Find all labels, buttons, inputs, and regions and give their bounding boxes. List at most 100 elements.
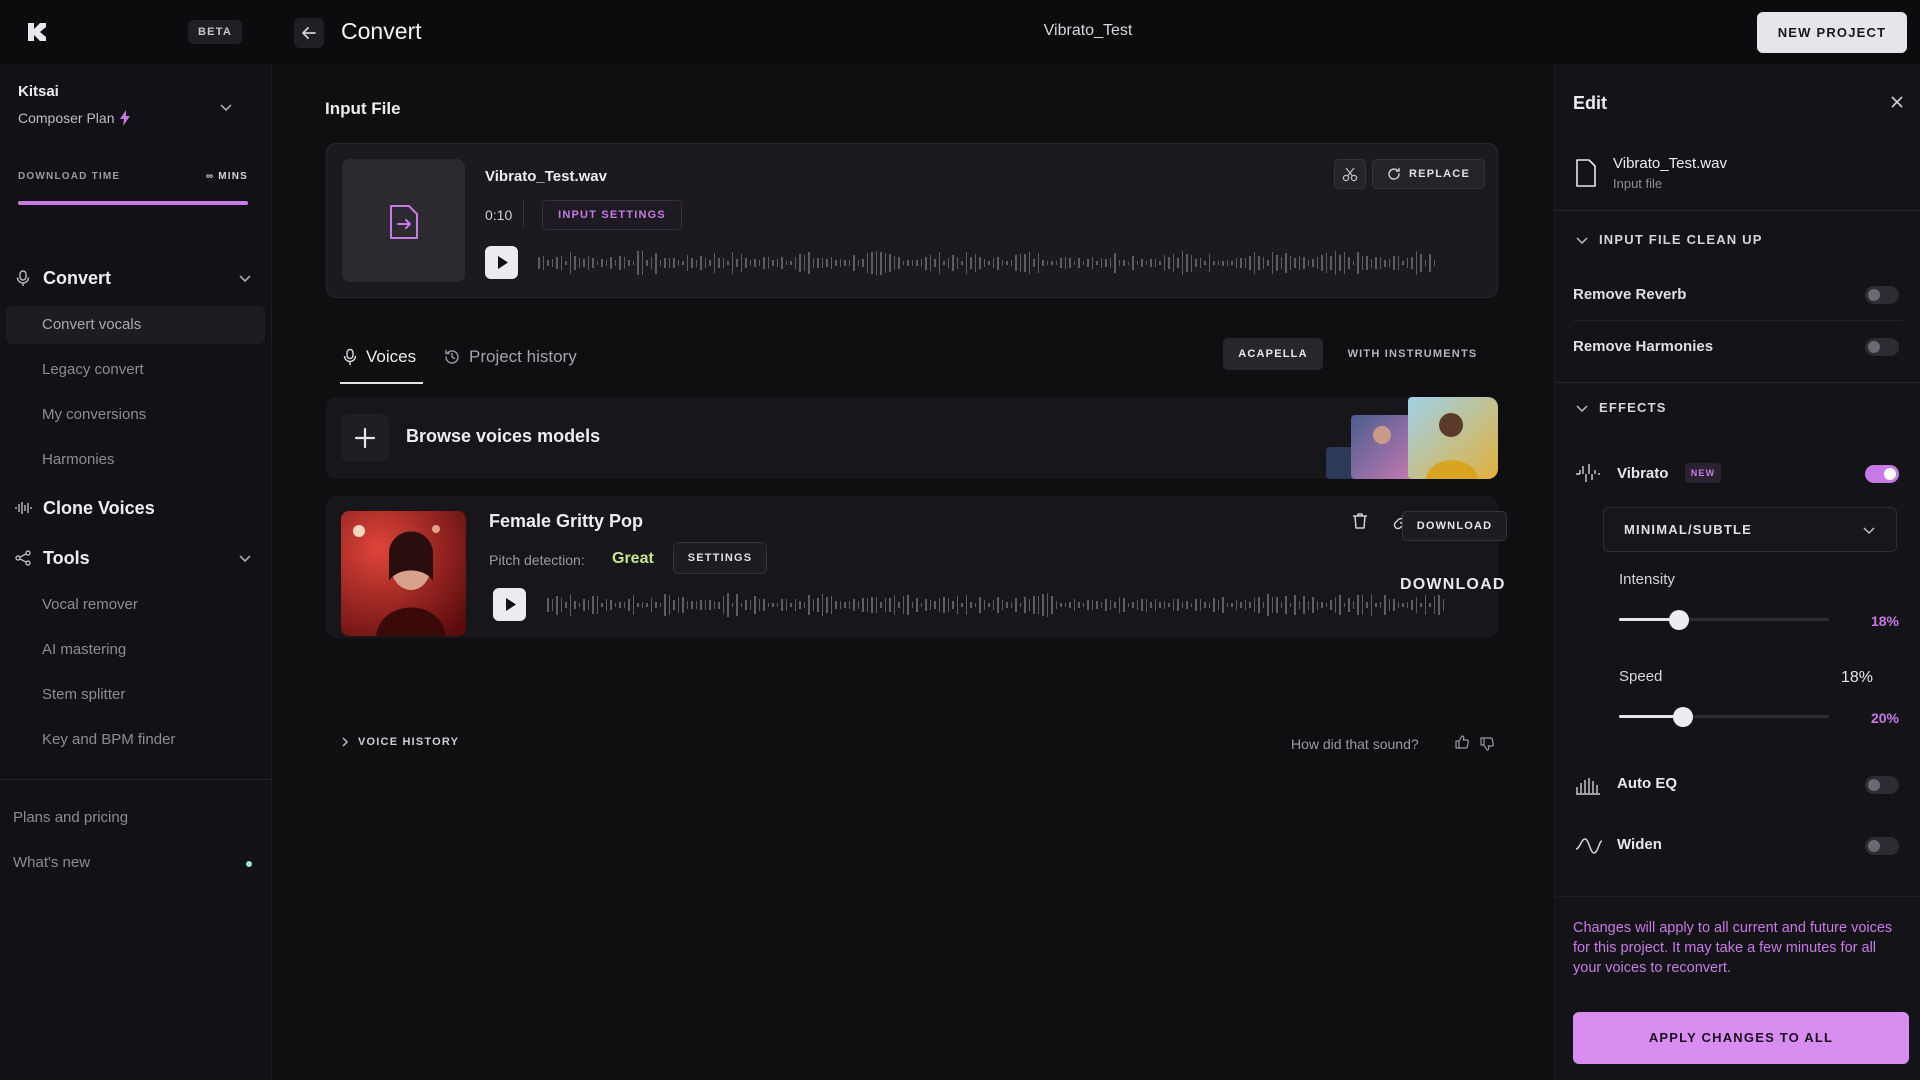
remove-harmonies-label: Remove Harmonies	[1573, 338, 1714, 355]
edit-divider-1	[1555, 210, 1920, 211]
replace-button[interactable]: REPLACE	[1372, 159, 1485, 189]
nav-plans-pricing[interactable]: Plans and pricing	[13, 809, 128, 826]
nav-clone-voices[interactable]: Clone Voices	[14, 494, 254, 522]
output-mode-toggle: ACAPELLA WITH INSTRUMENTS	[1223, 338, 1498, 370]
waveform-bar	[1073, 599, 1075, 611]
remove-reverb-toggle[interactable]	[1865, 286, 1899, 304]
apply-changes-button[interactable]: APPLY CHANGES TO ALL	[1573, 1012, 1909, 1064]
speed-slider-handle[interactable]	[1673, 707, 1693, 727]
waveform-bar	[677, 597, 679, 613]
input-play-button[interactable]	[485, 246, 518, 279]
nav-ai-mastering[interactable]: AI mastering	[42, 641, 126, 658]
close-icon[interactable]	[1889, 94, 1905, 110]
file-thumbnail	[342, 159, 465, 282]
waveform-bar	[565, 602, 567, 608]
waveform-bar	[1114, 602, 1116, 608]
waveform-bar	[592, 257, 594, 269]
trim-button[interactable]	[1334, 159, 1366, 189]
waveform-bar	[1042, 259, 1044, 267]
voice-waveform[interactable]	[547, 590, 1477, 620]
acapella-button[interactable]: ACAPELLA	[1223, 338, 1323, 370]
waveform-bar	[866, 597, 868, 613]
with-instruments-button[interactable]: WITH INSTRUMENTS	[1327, 338, 1498, 370]
waveform-bar	[934, 601, 936, 609]
waveform-bar	[668, 594, 670, 616]
intensity-slider[interactable]	[1619, 610, 1829, 630]
nav-convert-vocals[interactable]: Convert vocals	[42, 316, 141, 333]
nav-stem-splitter[interactable]: Stem splitter	[42, 686, 125, 703]
waveform-bar	[1402, 603, 1404, 607]
waveform-bar	[556, 595, 558, 615]
project-name: Vibrato_Test	[1043, 22, 1133, 39]
voice-settings-button[interactable]: SETTINGS	[673, 542, 767, 574]
waveform-bar	[1181, 601, 1183, 609]
waveform-bar	[794, 256, 796, 270]
waveform-bar	[1231, 261, 1233, 265]
nav-convert[interactable]: Convert	[14, 264, 254, 292]
waveform-bar	[916, 260, 918, 266]
voice-play-button[interactable]	[493, 588, 526, 621]
new-project-button[interactable]: NEW PROJECT	[1757, 12, 1907, 53]
voice-history-toggle[interactable]: VOICE HISTORY	[340, 736, 459, 748]
waveform-bar	[1370, 594, 1372, 616]
input-settings-button[interactable]: INPUT SETTINGS	[542, 200, 682, 230]
logo-icon[interactable]	[26, 21, 48, 43]
nav-my-conversions[interactable]: My conversions	[42, 406, 146, 423]
browse-voices-card[interactable]: Browse voices models	[326, 397, 1498, 479]
tab-project-history[interactable]: Project history	[443, 344, 577, 370]
nav-legacy-convert[interactable]: Legacy convert	[42, 361, 144, 378]
widen-toggle[interactable]	[1865, 837, 1899, 855]
waveform-bar	[1132, 601, 1134, 609]
vibrato-preset-select[interactable]: MINIMAL/SUBTLE	[1603, 507, 1897, 552]
waveform-bar	[808, 251, 810, 275]
tab-voices-label: Voices	[366, 347, 417, 366]
intensity-slider-handle[interactable]	[1668, 610, 1689, 630]
thumbs-down-icon[interactable]	[1479, 736, 1495, 752]
nav-whats-new[interactable]: What's new	[13, 854, 90, 871]
speed-slider[interactable]	[1619, 707, 1829, 727]
waveform-bar	[979, 257, 981, 269]
waveform-bar	[1186, 600, 1188, 610]
waveform-bar	[1168, 603, 1170, 607]
nav-harmonies[interactable]: Harmonies	[42, 451, 115, 468]
input-cleanup-section-toggle[interactable]: INPUT FILE CLEAN UP	[1575, 232, 1763, 247]
waveform-bar	[1393, 599, 1395, 611]
page-title: Convert	[341, 18, 422, 44]
nav-convert-label: Convert	[43, 267, 112, 288]
waveform-bar	[1204, 260, 1206, 266]
new-indicator-dot	[246, 861, 252, 867]
auto-eq-toggle[interactable]	[1865, 776, 1899, 794]
vibrato-toggle[interactable]	[1865, 465, 1899, 483]
waveform-bar	[947, 257, 949, 269]
nav-vocal-remover[interactable]: Vocal remover	[42, 596, 138, 613]
effects-section-toggle[interactable]: EFFECTS	[1575, 400, 1667, 415]
waveform-bar	[1019, 603, 1021, 607]
tab-voices[interactable]: Voices	[342, 344, 416, 370]
account-chevron-down-icon[interactable]	[217, 98, 235, 116]
waveform-bar	[1145, 261, 1147, 265]
waveform-bar	[902, 596, 904, 614]
waveform-bar	[1330, 600, 1332, 610]
waveform-bar	[1442, 599, 1444, 611]
nav-key-bpm-finder[interactable]: Key and BPM finder	[42, 731, 175, 748]
beta-badge: BETA	[188, 20, 242, 44]
waveform-bar	[1433, 259, 1435, 267]
waveform-bar	[974, 602, 976, 608]
delete-icon[interactable]	[1349, 510, 1371, 532]
input-waveform[interactable]	[538, 248, 1474, 278]
waveform-bar	[1109, 600, 1111, 610]
waveform-bar	[866, 253, 868, 273]
waveform-bar	[1343, 602, 1345, 608]
waveform-bar	[772, 602, 774, 608]
nav-tools[interactable]: Tools	[14, 544, 254, 572]
thumbs-up-icon[interactable]	[1454, 734, 1470, 750]
waveform-bar	[1051, 596, 1053, 614]
waveform-bar	[1312, 597, 1314, 613]
download-button-main[interactable]: DOWNLOAD	[1402, 511, 1507, 541]
waveform-bar	[736, 594, 738, 616]
remove-harmonies-toggle[interactable]	[1865, 338, 1899, 356]
waveform-bar	[862, 258, 864, 268]
waveform-bar	[1303, 257, 1305, 269]
waveform-bar	[781, 257, 783, 269]
back-button[interactable]	[294, 18, 324, 48]
